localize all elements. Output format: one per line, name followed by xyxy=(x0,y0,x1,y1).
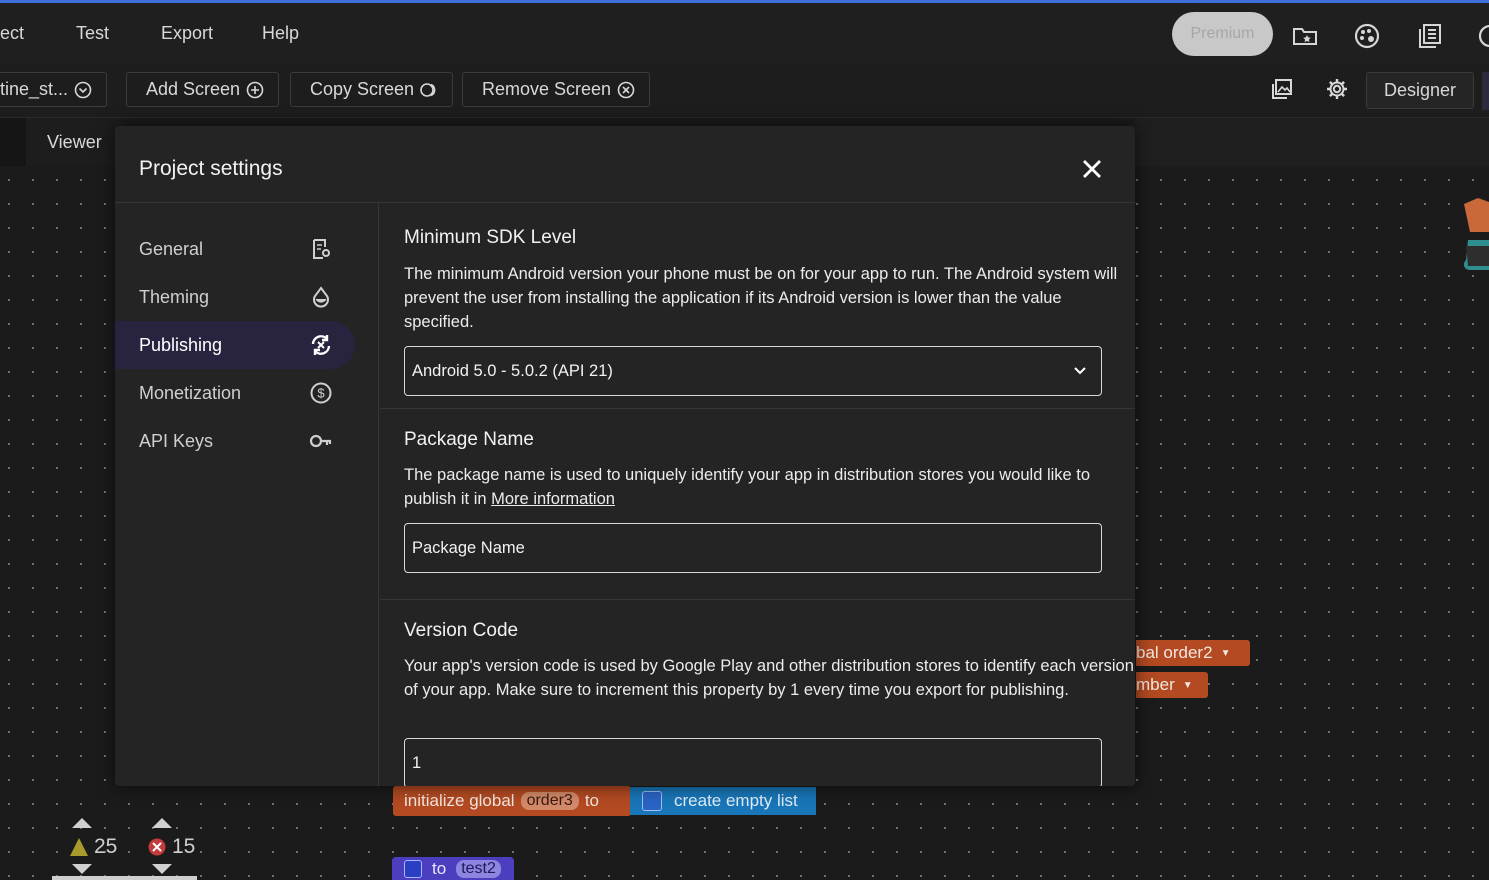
warning-icon xyxy=(70,838,88,856)
menu-export[interactable]: Export xyxy=(161,23,213,44)
premium-button[interactable]: Premium xyxy=(1172,12,1273,56)
block-create-empty-list[interactable]: create empty list xyxy=(630,787,816,815)
chevron-down-circle-icon xyxy=(74,81,92,98)
dollar-circle-icon: $ xyxy=(310,382,332,404)
warnings-count: 25 xyxy=(94,835,118,858)
more-information-link[interactable]: More information xyxy=(491,490,615,508)
chevron-down-icon xyxy=(1074,367,1086,375)
folder-star-icon[interactable] xyxy=(1291,22,1319,50)
divider xyxy=(380,599,1135,600)
sidebar-item-theming[interactable]: Theming xyxy=(115,273,355,321)
horizontal-scrollbar[interactable] xyxy=(52,876,197,880)
sidebar-item-label: Theming xyxy=(139,286,210,307)
panel-edge xyxy=(1482,72,1489,110)
close-icon[interactable] xyxy=(1081,158,1103,180)
min-sdk-select[interactable]: Android 5.0 - 5.0.2 (API 21) xyxy=(404,346,1102,396)
add-screen-button[interactable]: Add Screen xyxy=(126,72,280,107)
viewer-tab[interactable]: Viewer xyxy=(26,118,122,166)
block-init-var[interactable]: order3 xyxy=(520,792,579,810)
remove-screen-button[interactable]: Remove Screen xyxy=(462,72,651,107)
arrow-down-icon[interactable] xyxy=(152,864,172,874)
droplet-icon xyxy=(313,286,329,308)
block-init-to: to xyxy=(584,791,600,810)
arrow-up-icon[interactable] xyxy=(152,818,172,828)
settings-sidebar: General Theming Publishing Monetization … xyxy=(115,203,379,786)
remove-screen-label: Remove Screen xyxy=(482,79,612,99)
menu-project[interactable]: ect xyxy=(0,23,24,44)
settings-content: Minimum SDK Level The minimum Android ve… xyxy=(380,203,1135,786)
sidebar-item-label: API Keys xyxy=(139,430,214,451)
designer-button[interactable]: Designer xyxy=(1366,72,1474,109)
arrow-up-icon[interactable] xyxy=(72,818,92,828)
sdk-section-description: The minimum Android version your phone m… xyxy=(404,265,1118,331)
block-init-prefix: initialize global xyxy=(404,791,515,810)
package-name-placeholder: Package Name xyxy=(412,538,525,557)
block-test2-to: to xyxy=(432,858,447,878)
block-number[interactable]: mber ▼ xyxy=(1136,672,1208,698)
viewer-header xyxy=(1135,118,1489,166)
add-screen-label: Add Screen xyxy=(146,79,241,99)
block-number-label: mber xyxy=(1136,675,1175,694)
svg-text:$: $ xyxy=(317,386,325,401)
sidebar-item-general[interactable]: General xyxy=(115,225,355,273)
gallery-icon[interactable] xyxy=(1270,77,1294,101)
package-name-input[interactable]: Package Name xyxy=(404,523,1102,573)
key-icon xyxy=(309,434,332,448)
menu-help[interactable]: Help xyxy=(262,23,299,44)
account-icon[interactable] xyxy=(1476,22,1489,50)
mutator-gear-icon[interactable] xyxy=(404,859,422,878)
sync-icon xyxy=(311,335,331,355)
gear-icon[interactable] xyxy=(1325,77,1349,101)
mutator-gear-icon[interactable] xyxy=(642,791,662,811)
version-section-title: Version Code xyxy=(404,620,519,641)
block-global-order2[interactable]: bal order2 ▼ xyxy=(1136,640,1250,666)
min-sdk-value: Android 5.0 - 5.0.2 (API 21) xyxy=(412,361,613,380)
error-icon xyxy=(148,838,166,856)
block-test2-var[interactable]: test2 xyxy=(456,859,501,878)
close-circle-icon xyxy=(617,81,635,98)
block-procedure-test2[interactable]: to test2 xyxy=(392,857,514,880)
sdk-section-title: Minimum SDK Level xyxy=(404,227,577,248)
version-code-value: 1 xyxy=(412,753,422,772)
library-icon[interactable] xyxy=(1416,22,1444,50)
dialog-header: Project settings xyxy=(115,126,1135,203)
screen-selector[interactable]: tine_st... xyxy=(0,72,108,107)
menu-test[interactable]: Test xyxy=(76,23,109,44)
dialog-title: Project settings xyxy=(139,157,283,180)
plus-circle-icon xyxy=(246,81,264,98)
block-global-order2-label: bal order2 xyxy=(1136,643,1213,662)
copy-screen-label: Copy Screen xyxy=(310,79,415,99)
screen-toolbar: tine_st... Add Screen Copy Screen Remove… xyxy=(0,63,1489,118)
sidebar-item-label: General xyxy=(139,238,204,259)
arrow-down-icon[interactable] xyxy=(72,864,92,874)
sidebar-item-monetization[interactable]: Monetization $ xyxy=(115,369,355,417)
block-initialize-global[interactable]: initialize global order3 to xyxy=(393,786,631,816)
package-section-description: The package name is used to uniquely ide… xyxy=(404,463,1134,511)
version-code-input[interactable]: 1 xyxy=(404,738,1102,786)
trash-can-icon[interactable] xyxy=(1458,196,1489,276)
copy-icon xyxy=(420,82,436,97)
divider xyxy=(380,408,1135,409)
warnings-indicator: 25 15 xyxy=(50,815,210,880)
dropdown-arrow-icon: ▼ xyxy=(1182,679,1193,691)
package-section-title: Package Name xyxy=(404,429,534,450)
errors-count: 15 xyxy=(172,835,196,858)
palette-icon[interactable] xyxy=(1353,22,1381,50)
screen-selector-label: tine_st... xyxy=(0,79,69,99)
settings-document-icon xyxy=(313,239,330,259)
version-section-description: Your app's version code is used by Googl… xyxy=(404,657,1134,699)
sidebar-item-label: Publishing xyxy=(139,334,223,355)
left-panel-edge xyxy=(0,118,26,166)
block-create-list-label: create empty list xyxy=(674,791,798,810)
menu-bar: ect Test Export Help Premium xyxy=(0,3,1489,63)
sidebar-item-api-keys[interactable]: API Keys xyxy=(115,417,355,465)
sidebar-item-label: Monetization xyxy=(139,382,242,403)
sidebar-item-publishing[interactable]: Publishing xyxy=(115,321,355,369)
dropdown-arrow-icon: ▼ xyxy=(1220,647,1231,659)
project-settings-dialog: Project settings General Theming Publish… xyxy=(115,126,1135,786)
copy-screen-button[interactable]: Copy Screen xyxy=(290,72,454,107)
